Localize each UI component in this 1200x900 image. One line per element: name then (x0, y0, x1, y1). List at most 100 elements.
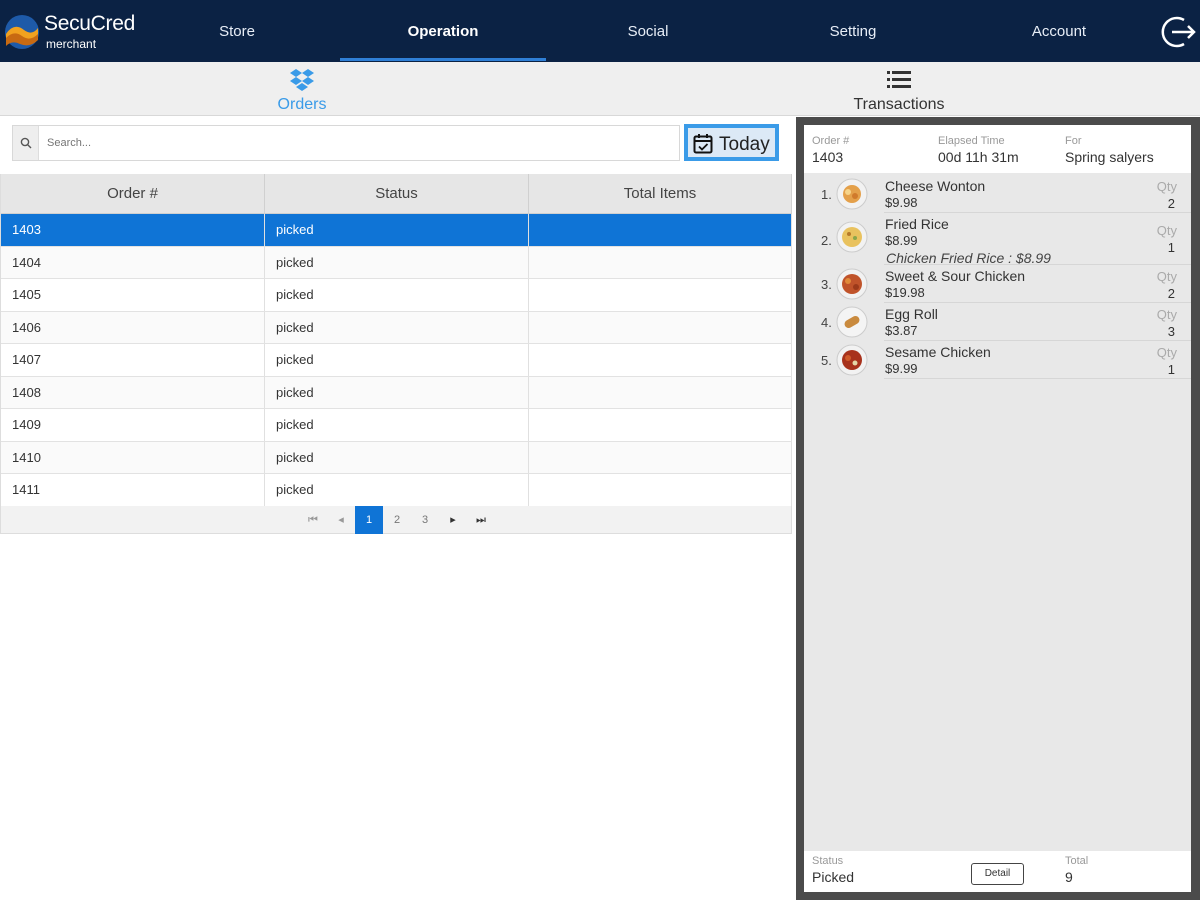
food-image-icon (836, 306, 868, 338)
search-bar (12, 125, 680, 161)
cell-status: picked (265, 214, 529, 246)
table-row[interactable]: 1410 picked (1, 441, 792, 474)
cell-total-items (529, 246, 792, 278)
item-price: $9.98 (885, 195, 918, 210)
list-icon (887, 71, 911, 88)
food-image-icon (836, 221, 868, 253)
item-price: $9.99 (885, 361, 918, 376)
item-name: Egg Roll (885, 306, 938, 322)
cell-total-items (529, 344, 792, 376)
cell-order-number: 1403 (1, 214, 265, 246)
brand-subtitle: merchant (46, 37, 97, 51)
list-item[interactable]: 4. Egg Roll $3.87 Qty 3 (804, 303, 1191, 341)
list-item[interactable]: 5. Sesame Chicken $9.99 Qty 1 (804, 341, 1191, 379)
cell-order-number: 1409 (1, 409, 265, 441)
qty-label: Qty (1156, 307, 1177, 322)
qty-label: Qty (1156, 269, 1177, 284)
table-row[interactable]: 1407 picked (1, 344, 792, 377)
item-qty: 2 (1167, 286, 1175, 301)
order-items: 1. Cheese Wonton $9.98 Qty 2 2. Fried Ri… (804, 175, 1191, 379)
column-order-number[interactable]: Order # (1, 174, 265, 214)
search-input[interactable] (43, 126, 673, 160)
item-number: 1. (821, 187, 832, 202)
table-row[interactable]: 1408 picked (1, 376, 792, 409)
cell-status: picked (265, 246, 529, 278)
table-row[interactable]: 1404 picked (1, 246, 792, 279)
item-price: $3.87 (885, 323, 918, 338)
food-image-icon (836, 178, 868, 210)
elapsed-time-label: Elapsed Time (938, 135, 1005, 147)
cell-status: picked (265, 376, 529, 408)
elapsed-time-value: 00d 11h 31m (938, 149, 1019, 165)
for-value: Spring salyers (1065, 149, 1154, 165)
list-item[interactable]: 2. Fried Rice $8.99 Chicken Fried Rice :… (804, 213, 1191, 266)
item-price: $19.98 (885, 285, 925, 300)
table-row[interactable]: 1409 picked (1, 409, 792, 442)
nav-account[interactable]: Account (956, 0, 1162, 62)
last-page-icon[interactable]: ⏭ (467, 506, 495, 534)
search-button[interactable] (13, 126, 39, 160)
nav-active-indicator (340, 58, 546, 61)
table-body: 1403 picked 1404 picked 1405 picked 1406 pic… (1, 214, 792, 507)
item-number: 4. (821, 315, 832, 330)
cell-order-number: 1408 (1, 376, 265, 408)
cell-status: picked (265, 344, 529, 376)
list-item[interactable]: 3. Sweet & Sour Chicken $19.98 Qty 2 (804, 265, 1191, 303)
cell-order-number: 1407 (1, 344, 265, 376)
column-status[interactable]: Status (265, 174, 529, 214)
tab-transactions-label: Transactions (853, 96, 945, 113)
item-name: Cheese Wonton (885, 178, 986, 194)
table-row[interactable]: 1411 picked (1, 474, 792, 507)
tab-orders-label: Orders (277, 96, 327, 113)
brand[interactable]: SecuCred merchant (4, 12, 144, 54)
qty-label: Qty (1156, 345, 1177, 360)
prev-page-icon[interactable]: ◂ (327, 506, 355, 534)
item-name: Sweet & Sour Chicken (885, 268, 1026, 284)
order-number-label: Order # (812, 135, 850, 147)
cell-total-items (529, 214, 792, 246)
item-number: 5. (821, 353, 832, 368)
top-navigation: SecuCred merchant Store Operation Social… (0, 0, 1200, 62)
table-row[interactable]: 1405 picked (1, 279, 792, 312)
cell-total-items (529, 279, 792, 311)
today-button[interactable]: Today (684, 124, 779, 161)
next-page-icon[interactable]: ▸ (439, 506, 467, 534)
brand-name: SecuCred (44, 12, 135, 35)
cell-status: picked (265, 279, 529, 311)
table-row[interactable]: 1403 picked (1, 214, 792, 247)
first-page-icon[interactable]: ⏮ (299, 506, 327, 534)
cell-order-number: 1406 (1, 311, 265, 343)
food-image-icon (836, 344, 868, 376)
nav-store[interactable]: Store (134, 0, 340, 62)
nav-social[interactable]: Social (546, 0, 750, 62)
page-1[interactable]: 1 (355, 506, 383, 534)
cell-total-items (529, 474, 792, 506)
tab-transactions[interactable]: Transactions (830, 62, 968, 116)
cell-status: picked (265, 441, 529, 473)
item-number: 3. (821, 277, 832, 292)
column-total-items[interactable]: Total Items (529, 174, 792, 214)
page-3[interactable]: 3 (411, 506, 439, 534)
today-label: Today (719, 134, 770, 155)
page-2[interactable]: 2 (383, 506, 411, 534)
table-header: Order # Status Total Items (1, 174, 792, 214)
qty-label: Qty (1156, 179, 1177, 194)
order-number-value: 1403 (812, 149, 844, 165)
detail-button[interactable]: Detail (971, 863, 1024, 885)
cell-status: picked (265, 311, 529, 343)
list-item[interactable]: 1. Cheese Wonton $9.98 Qty 2 (804, 175, 1191, 213)
tab-orders[interactable]: Orders (240, 62, 364, 116)
order-header: Order # 1403 Elapsed Time 00d 11h 31m Fo… (804, 125, 1191, 173)
orders-table: Order # Status Total Items 1403 picked 14… (0, 174, 792, 507)
cell-status: picked (265, 474, 529, 506)
status-value: Picked (812, 869, 855, 885)
nav-operation[interactable]: Operation (340, 0, 546, 62)
cell-order-number: 1411 (1, 474, 265, 506)
order-detail-panel: Order # 1403 Elapsed Time 00d 11h 31m Fo… (796, 117, 1200, 900)
item-qty: 2 (1167, 196, 1175, 211)
nav-setting[interactable]: Setting (750, 0, 956, 62)
logout-icon[interactable] (1160, 14, 1196, 50)
total-label: Total (1065, 855, 1089, 867)
order-footer: Status Picked Detail Total 9 (804, 851, 1191, 892)
table-row[interactable]: 1406 picked (1, 311, 792, 344)
